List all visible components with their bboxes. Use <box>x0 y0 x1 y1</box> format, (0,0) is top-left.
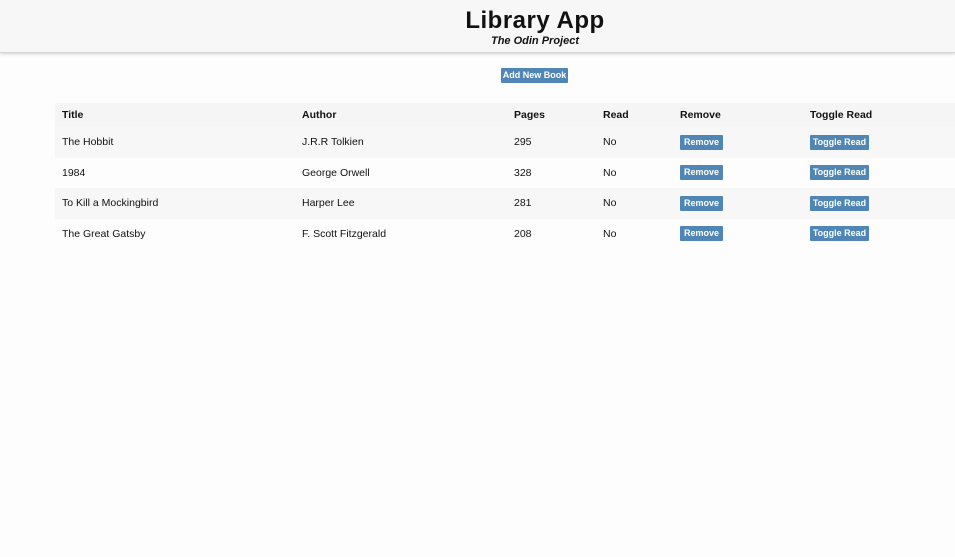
book-pages-cell: 295 <box>514 136 532 149</box>
remove-cell: Remove <box>673 158 803 189</box>
column-header-author: Author <box>302 109 337 121</box>
book-read-cell: No <box>603 136 617 149</box>
column-header-read: Read <box>603 109 629 121</box>
remove-button[interactable]: Remove <box>680 195 723 211</box>
remove-cell: Remove <box>673 188 803 219</box>
book-author-cell: J.R.R Tolkien <box>302 136 364 149</box>
toggle-read-button[interactable]: Toggle Read <box>810 134 869 150</box>
books-table: Title Author Pages Read Remove Toggle Re… <box>55 103 955 249</box>
remove-cell: Remove <box>673 127 803 158</box>
book-pages-cell: 281 <box>514 197 532 210</box>
toggle-read-cell: Toggle Read <box>803 158 955 189</box>
book-author-cell: Harper Lee <box>302 197 355 210</box>
table-row: The Hobbit J.R.R Tolkien 295 No Remove T… <box>55 127 955 158</box>
book-read-cell: No <box>603 227 617 240</box>
book-pages-cell: 328 <box>514 166 532 179</box>
book-read-cell: No <box>603 166 617 179</box>
page-title: Library App <box>465 7 605 34</box>
table-row: The Great Gatsby F. Scott Fitzgerald 208… <box>55 218 955 250</box>
column-header-title: Title <box>62 109 84 121</box>
column-header-remove: Remove <box>680 109 721 121</box>
toggle-read-button[interactable]: Toggle Read <box>810 195 869 211</box>
table-row: To Kill a Mockingbird Harper Lee 281 No … <box>55 188 955 219</box>
toggle-read-cell: Toggle Read <box>803 219 955 250</box>
remove-button[interactable]: Remove <box>680 226 723 242</box>
book-pages-cell: 208 <box>514 227 532 240</box>
book-title-cell: The Hobbit <box>62 136 114 149</box>
table-row: 1984 George Orwell 328 No Remove Toggle … <box>55 157 955 189</box>
book-author-cell: George Orwell <box>302 166 370 179</box>
toggle-read-button[interactable]: Toggle Read <box>810 165 869 181</box>
column-header-toggle-read: Toggle Read <box>810 109 873 121</box>
toggle-read-button[interactable]: Toggle Read <box>810 226 869 242</box>
books-table-container: Title Author Pages Read Remove Toggle Re… <box>55 103 955 249</box>
page-subtitle: The Odin Project <box>490 35 579 47</box>
book-read-cell: No <box>603 197 617 210</box>
remove-button[interactable]: Remove <box>680 134 723 150</box>
add-new-book-button[interactable]: Add New Book <box>501 68 568 83</box>
remove-button[interactable]: Remove <box>680 165 723 181</box>
app-header: Library App The Odin Project <box>0 0 955 53</box>
remove-cell: Remove <box>673 219 803 250</box>
book-title-cell: The Great Gatsby <box>62 227 146 240</box>
toggle-read-cell: Toggle Read <box>803 188 955 219</box>
toggle-read-cell: Toggle Read <box>803 127 955 158</box>
book-author-cell: F. Scott Fitzgerald <box>302 227 387 240</box>
book-title-cell: 1984 <box>62 166 86 179</box>
table-header-row: Title Author Pages Read Remove Toggle Re… <box>55 103 955 127</box>
book-title-cell: To Kill a Mockingbird <box>62 197 159 210</box>
column-header-pages: Pages <box>514 109 545 121</box>
